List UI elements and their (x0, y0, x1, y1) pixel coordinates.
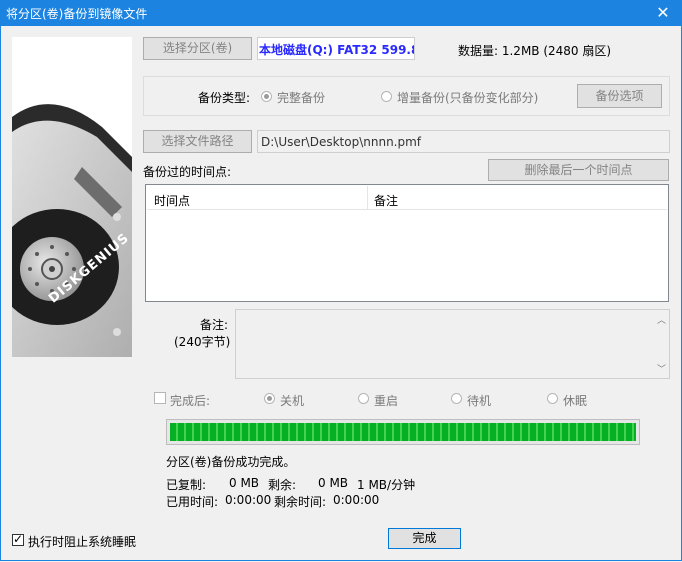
shutdown-label[interactable]: 关机 (280, 392, 304, 409)
full-backup-radio[interactable] (261, 91, 272, 102)
time-left-value: 0:00:00 (333, 493, 380, 507)
table-header: 时间点 备注 (147, 186, 667, 210)
shutdown-radio[interactable] (264, 393, 275, 404)
incremental-backup-label[interactable]: 增量备份(只备份变化部分) (397, 89, 538, 106)
column-header-note[interactable]: 备注 (374, 192, 398, 209)
partition-field: 本地磁盘(Q:) FAT32 599.8M (257, 37, 415, 60)
restart-label[interactable]: 重启 (374, 392, 398, 409)
progress-fill (170, 423, 636, 441)
diskgenius-logo-image: DISKGENIUS (12, 37, 132, 357)
prevent-sleep-label[interactable]: 执行时阻止系统睡眠 (28, 533, 136, 550)
prevent-sleep-checkbox[interactable] (12, 532, 24, 546)
file-path-field: D:\User\Desktop\nnnn.pmf (257, 130, 670, 153)
title-bar: 将分区(卷)备份到镜像文件 ✕ (0, 0, 682, 26)
column-divider (367, 186, 368, 210)
notes-textarea[interactable]: ︿ ﹀ (235, 309, 670, 379)
incremental-backup-radio[interactable] (381, 91, 392, 102)
select-partition-button[interactable]: 选择分区(卷) (143, 37, 252, 60)
notes-limit: (240字节) (174, 335, 231, 349)
hibernate-label[interactable]: 休眠 (563, 392, 587, 409)
partition-value: 本地磁盘(Q:) FAT32 599.8M (259, 43, 414, 57)
select-file-path-button[interactable]: 选择文件路径 (143, 130, 252, 153)
close-icon[interactable]: ✕ (652, 2, 674, 24)
data-size-text: 数据量: 1.2MB (2480 扇区) (458, 44, 612, 58)
notes-label: 备注: (200, 318, 229, 332)
after-done-label[interactable]: 完成后: (170, 392, 210, 409)
status-text: 分区(卷)备份成功完成。 (166, 455, 296, 469)
elapsed-label: 已用时间: (166, 495, 219, 509)
elapsed-value: 0:00:00 (225, 493, 272, 507)
copied-value: 0 MB (229, 476, 260, 490)
scroll-down-icon[interactable]: ﹀ (657, 362, 666, 375)
finish-button[interactable]: 完成 (388, 528, 461, 549)
speed-value: 1 MB/分钟 (357, 478, 416, 492)
file-path-value: D:\User\Desktop\nnnn.pmf (261, 135, 422, 149)
progress-bar (166, 419, 640, 445)
after-done-checkbox[interactable] (154, 392, 166, 404)
backup-type-label: 备份类型: (198, 91, 251, 105)
timepoints-label: 备份过的时间点: (143, 165, 232, 179)
copied-label: 已复制: (166, 478, 207, 492)
standby-radio[interactable] (451, 393, 462, 404)
scroll-up-icon[interactable]: ︿ (657, 313, 666, 326)
remaining-value: 0 MB (318, 476, 349, 490)
full-backup-label[interactable]: 完整备份 (277, 89, 325, 106)
delete-last-timepoint-button[interactable]: 删除最后一个时间点 (488, 159, 669, 181)
window-title: 将分区(卷)备份到镜像文件 (6, 7, 148, 21)
remaining-label: 剩余: (268, 478, 297, 492)
timepoints-table[interactable]: 时间点 备注 (145, 184, 669, 302)
restart-radio[interactable] (358, 393, 369, 404)
hard-disk-illustration (12, 37, 132, 357)
column-header-timepoint[interactable]: 时间点 (154, 192, 190, 209)
standby-label[interactable]: 待机 (467, 392, 491, 409)
hibernate-radio[interactable] (547, 393, 558, 404)
backup-options-button[interactable]: 备份选项 (577, 84, 662, 108)
time-left-label: 剩余时间: (274, 495, 327, 509)
